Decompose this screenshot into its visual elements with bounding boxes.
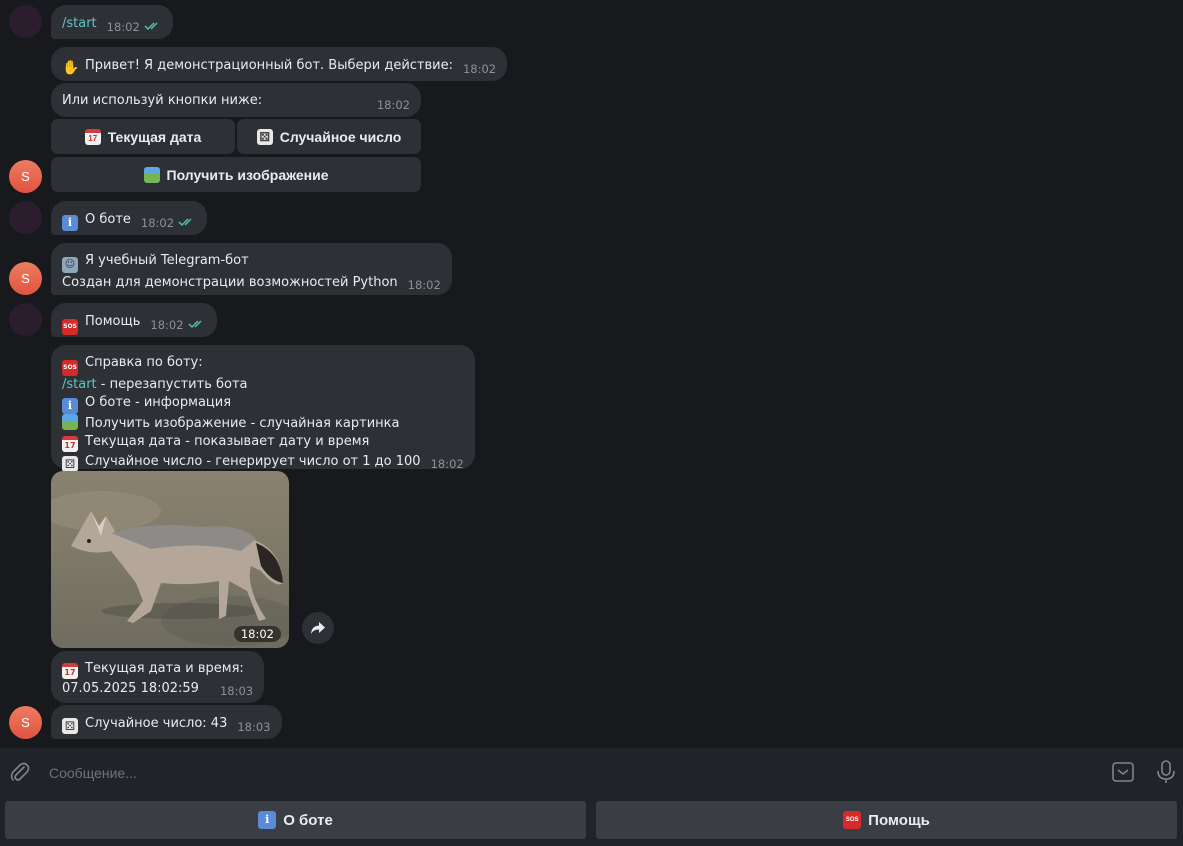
message-input[interactable] xyxy=(47,760,1091,786)
inline-button-random-number[interactable]: ⚄ Случайное число xyxy=(237,119,421,154)
info-icon: i xyxy=(258,811,277,829)
message-line: 17 Текущая дата и время: xyxy=(62,660,253,679)
message-help-reply[interactable]: SOS Справка по боту: /start - перезапусти… xyxy=(51,345,475,472)
help-line-start: /start - перезапустить бота xyxy=(62,377,248,392)
message-line: ☺ Я учебный Telegram-бот xyxy=(62,252,441,273)
photo-time: 18:02 xyxy=(233,626,281,642)
message-random-reply[interactable]: ⚄ Случайное число: 43 18:03 xyxy=(51,705,282,739)
message-text[interactable]: /start xyxy=(62,16,97,31)
chat-history[interactable]: /start 18:02 ✋ Привет! Я демонстрационный … xyxy=(0,0,1183,748)
bot-avatar[interactable]: S xyxy=(9,160,42,193)
share-button[interactable] xyxy=(302,612,334,644)
user-avatar[interactable] xyxy=(9,303,42,336)
message-composer xyxy=(0,748,1183,796)
dice-icon: ⚄ xyxy=(62,718,78,734)
message-time: 18:02 xyxy=(462,62,497,76)
calendar-icon: 17 xyxy=(84,128,101,145)
message-time: 18:02 xyxy=(407,278,441,292)
jackal-photo xyxy=(51,471,289,648)
message-date-reply[interactable]: 17 Текущая дата и время: 07.05.2025 18:02… xyxy=(51,651,265,703)
inline-button-get-image[interactable]: Получить изображение xyxy=(51,157,421,192)
inline-button-label: Получить изображение xyxy=(166,166,329,183)
help-line-image: Получить изображение - случайная картинк… xyxy=(62,414,464,433)
inline-button-current-date[interactable]: 17 Текущая дата xyxy=(51,119,235,154)
keyboard-toggle-icon xyxy=(1112,762,1134,782)
info-icon: i xyxy=(62,398,78,414)
inline-button-label: Текущая дата xyxy=(107,128,202,145)
share-arrow-icon xyxy=(311,622,325,634)
read-ticks-icon xyxy=(178,215,196,233)
message-text: Случайное число: 43 xyxy=(85,716,228,731)
message-text: Помощь xyxy=(85,314,141,329)
message-help-command[interactable]: SOS Помощь 18:02 xyxy=(51,303,217,337)
message-about-reply[interactable]: ☺ Я учебный Telegram-бот Создан для демон… xyxy=(51,243,452,295)
dice-icon: ⚄ xyxy=(256,128,273,145)
waving-hand-icon: ✋ xyxy=(62,60,80,76)
start-command-link[interactable]: /start xyxy=(62,377,97,392)
reply-button-label: О боте xyxy=(283,811,333,829)
bot-keyboard-toggle[interactable] xyxy=(1110,760,1136,784)
user-avatar[interactable] xyxy=(9,201,42,234)
reply-button-about[interactable]: i О боте xyxy=(5,801,586,839)
sos-icon: SOS xyxy=(62,360,78,376)
robot-icon: ☺ xyxy=(62,257,78,273)
microphone-icon xyxy=(1157,760,1175,783)
message-time: 18:02 xyxy=(140,216,175,230)
user-avatar[interactable] xyxy=(9,5,42,38)
message-line: 07.05.2025 18:02:59 18:03 xyxy=(62,681,254,698)
message-time: 18:02 xyxy=(430,457,464,471)
bot-avatar[interactable]: S xyxy=(9,706,42,739)
sos-icon: SOS xyxy=(62,319,78,335)
attach-button[interactable] xyxy=(8,760,32,784)
message-time: 18:02 xyxy=(376,98,410,112)
message-time: 18:02 xyxy=(106,20,140,34)
read-ticks-icon xyxy=(144,19,162,37)
message-text: Или используй кнопки ниже: xyxy=(62,93,263,108)
dice-icon: ⚄ xyxy=(62,456,78,472)
picture-icon xyxy=(62,414,78,430)
calendar-icon: 17 xyxy=(62,663,78,679)
reply-button-help[interactable]: SOS Помощь xyxy=(596,801,1177,839)
message-time: 18:03 xyxy=(219,684,254,698)
message-line: Создан для демонстрации возможностей Pyt… xyxy=(62,275,441,292)
message-text: О боте xyxy=(85,212,131,227)
message-start[interactable]: /start 18:02 xyxy=(51,5,173,39)
sos-icon: SOS xyxy=(843,811,862,829)
help-line-about: iО боте - информация xyxy=(62,394,464,414)
message-about-command[interactable]: i О боте 18:02 xyxy=(51,201,208,235)
paperclip-icon xyxy=(10,762,30,781)
message-greeting[interactable]: ✋ Привет! Я демонстрационный бот. Выбери … xyxy=(51,47,508,81)
help-line-date: 17 Текущая дата - показывает дату и время xyxy=(62,433,464,452)
info-icon: i xyxy=(62,215,78,231)
photo-message[interactable]: 18:02 xyxy=(51,471,289,648)
message-buttons-prompt[interactable]: Или используй кнопки ниже: 18:02 xyxy=(51,83,421,117)
inline-button-label: Случайное число xyxy=(279,128,402,145)
voice-button[interactable] xyxy=(1154,760,1178,784)
calendar-icon: 17 xyxy=(62,436,78,452)
help-line-random: ⚄ Случайное число - генерирует число от 1… xyxy=(62,452,464,472)
help-title: SOS Справка по боту: xyxy=(62,354,464,376)
message-time: 18:02 xyxy=(150,318,184,332)
message-text: Привет! Я демонстрационный бот. Выбери д… xyxy=(85,58,453,73)
reply-keyboard: i О боте SOS Помощь xyxy=(0,796,1183,846)
reply-button-label: Помощь xyxy=(868,811,930,829)
read-ticks-icon xyxy=(188,317,206,335)
picture-icon xyxy=(143,166,160,183)
message-time: 18:03 xyxy=(237,720,271,734)
bot-avatar[interactable]: S xyxy=(9,262,42,295)
